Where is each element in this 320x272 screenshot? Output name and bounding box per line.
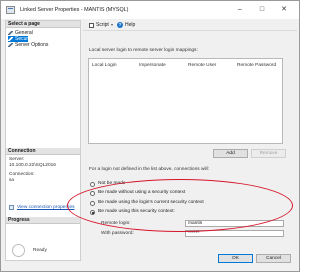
- connection-label: Connection:: [9, 172, 35, 177]
- select-page-header: Select a page: [6, 21, 80, 28]
- remove-button[interactable]: Remove: [251, 149, 286, 158]
- view-connection-properties-link[interactable]: View connection properties: [17, 205, 75, 210]
- title-bar: Linked Server Properties - MANTIS (MYSQL…: [1, 1, 299, 19]
- add-button[interactable]: Add: [213, 149, 248, 158]
- sidebar-item-label: Server Options: [15, 42, 49, 48]
- with-password-label: With password:: [101, 231, 134, 236]
- remote-login-input[interactable]: mantis: [185, 220, 284, 227]
- cancel-button[interactable]: Cancel: [256, 254, 291, 263]
- progress-status: Ready: [33, 248, 47, 253]
- connection-header: Connection: [6, 148, 80, 155]
- linked-server-properties-dialog: Linked Server Properties - MANTIS (MYSQL…: [0, 0, 300, 272]
- password-input[interactable]: ******: [185, 230, 284, 237]
- radio-button[interactable]: [90, 190, 95, 196]
- help-button[interactable]: Help: [125, 22, 135, 28]
- column-header-remote-user: Remote User: [188, 63, 217, 68]
- option-label: Be made without using a security context: [98, 190, 186, 195]
- script-button[interactable]: Script: [96, 22, 109, 28]
- progress-spinner-icon: [12, 244, 25, 257]
- help-icon[interactable]: ?: [117, 22, 123, 28]
- login-mappings-grid[interactable]: Local Login Impersonate Remote User Remo…: [88, 58, 283, 144]
- close-button[interactable]: ✕: [275, 3, 293, 16]
- radio-button[interactable]: [90, 200, 95, 206]
- connection-value: sa: [9, 178, 15, 183]
- toolbar: Script ▾ ? Help: [83, 20, 297, 31]
- column-header-remote-password: Remote Password: [237, 63, 277, 68]
- ok-button[interactable]: OK: [218, 254, 253, 263]
- server-value: 10.100.0.22\SQL2016: [9, 163, 56, 168]
- progress-header: Progress: [6, 217, 80, 224]
- server-label: Server:: [9, 157, 25, 162]
- wrench-icon: [8, 36, 13, 41]
- sidebar: Select a page General Security Server Op…: [5, 20, 81, 261]
- window-title: Linked Server Properties - MANTIS (MYSQL…: [20, 7, 129, 13]
- properties-icon: [9, 205, 14, 210]
- undefined-login-label: For a login not defined in the list abov…: [89, 167, 209, 172]
- radio-button-selected[interactable]: [90, 209, 95, 215]
- chevron-down-icon[interactable]: ▾: [111, 22, 113, 27]
- login-mappings-label: Local server login to remote server logi…: [89, 48, 198, 53]
- wrench-icon: [8, 30, 13, 35]
- maximize-button[interactable]: □: [253, 3, 271, 16]
- wrench-icon: [8, 42, 13, 47]
- sidebar-item-server-options[interactable]: Server Options: [8, 42, 78, 48]
- option-label: Be made using the login's current securi…: [98, 200, 204, 205]
- radio-button[interactable]: [90, 181, 95, 187]
- dialog-app-icon: [6, 6, 15, 14]
- remote-login-label: Remote login:: [101, 221, 131, 226]
- script-icon: [89, 23, 94, 28]
- option-label: Be made using this security context:: [98, 209, 175, 214]
- option-label: Not be made: [98, 181, 126, 186]
- column-header-impersonate: Impersonate: [139, 63, 166, 68]
- column-header-local-login: Local Login: [92, 63, 117, 68]
- minimize-button[interactable]: –: [231, 3, 249, 16]
